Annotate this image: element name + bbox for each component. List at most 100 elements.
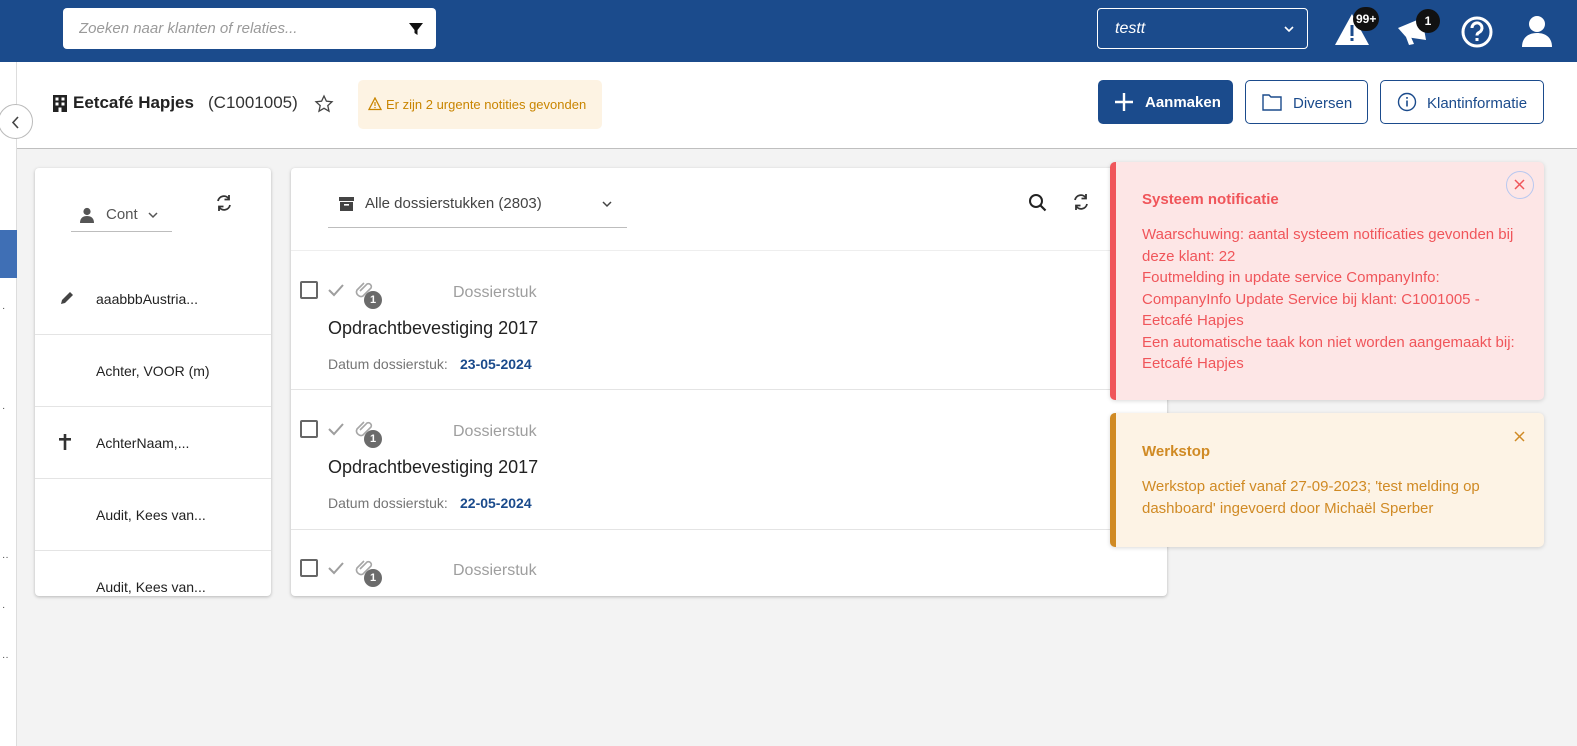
chevron-down-icon: [148, 212, 158, 219]
sidebar-dot: ·: [2, 303, 6, 314]
attachment-button[interactable]: 1: [354, 418, 384, 448]
document-filter-select[interactable]: Alle dossierstukken (2803): [328, 188, 627, 228]
werkstop-body: Werkstop actief vanaf 27-09-2023; 'test …: [1142, 478, 1480, 517]
misc-button-label: Diversen: [1293, 95, 1353, 112]
contact-row[interactable]: aaabbbAustria...: [35, 263, 271, 335]
alerts-button[interactable]: 99+: [1332, 7, 1380, 50]
document-item[interactable]: 1 Dossierstuk Opdrachtbevestiging 2017 D…: [291, 390, 1167, 530]
person-icon: [80, 207, 94, 223]
document-date-label: Datum dossierstuk:: [328, 356, 448, 372]
document-title: Opdrachtbevestiging 2017: [328, 318, 539, 338]
system-notification: Systeem notificatie Waarschuwing: aantal…: [1110, 162, 1544, 400]
document-checkbox[interactable]: [300, 281, 318, 299]
document-checkbox[interactable]: [300, 420, 318, 438]
client-name: Eetcafé Hapjes: [73, 93, 194, 112]
building-icon: [53, 95, 67, 112]
document-item[interactable]: 1 Dossierstuk: [291, 529, 1167, 596]
create-button[interactable]: Aanmaken: [1098, 80, 1233, 124]
sidebar-dot: ·: [2, 403, 6, 414]
notification-line: Waarschuwing: aantal systeem notificatie…: [1142, 226, 1514, 265]
tenant-select[interactable]: testt: [1097, 8, 1308, 49]
attachment-count: 1: [364, 291, 382, 309]
close-icon: [1514, 179, 1525, 190]
contact-row[interactable]: Audit, Kees van...: [35, 551, 271, 596]
misc-button[interactable]: Diversen: [1245, 80, 1368, 124]
werkstop-notification: Werkstop Werkstop actief vanaf 27-09-202…: [1110, 413, 1544, 547]
check-icon[interactable]: [327, 281, 345, 299]
refresh-icon[interactable]: [1072, 193, 1090, 211]
contacts-panel: Cont aaabbbAustria... Achter, VOOR (m) A…: [35, 168, 271, 596]
info-icon: [1397, 92, 1417, 112]
folder-icon: [1262, 94, 1282, 111]
documents-panel: Alle dossierstukken (2803) 1 Dossierstuk…: [291, 168, 1167, 596]
notification-badge: 1: [1416, 9, 1440, 33]
pencil-icon: [61, 292, 73, 304]
archive-icon: [339, 197, 354, 211]
client-code: (C1001005): [208, 93, 298, 112]
check-icon[interactable]: [327, 420, 345, 438]
close-button[interactable]: [1507, 424, 1535, 452]
check-icon[interactable]: [327, 559, 345, 577]
contact-name: Achter, VOOR (m): [96, 363, 210, 379]
help-icon: [1461, 16, 1493, 48]
filter-icon[interactable]: [408, 21, 424, 37]
sidebar-dot: ·: [2, 602, 6, 613]
contact-row[interactable]: Achter, VOOR (m): [35, 335, 271, 407]
urgent-notice-text: Er zijn 2 urgente notities gevonden: [386, 97, 587, 112]
document-type: Dossierstuk: [453, 284, 537, 301]
document-date-label: Datum dossierstuk:: [328, 495, 448, 511]
contact-row[interactable]: Audit, Kees van...: [35, 479, 271, 551]
document-type: Dossierstuk: [453, 562, 537, 579]
chevron-down-icon: [602, 201, 612, 208]
plus-icon: [1115, 93, 1133, 111]
sidebar-dot: ··: [2, 652, 9, 663]
warning-icon: [368, 97, 382, 111]
client-info-button[interactable]: Klantinformatie: [1380, 80, 1544, 124]
user-icon: [1522, 16, 1552, 47]
cross-icon: [59, 434, 71, 450]
top-bar: testt 99+ 1: [0, 0, 1577, 62]
close-button[interactable]: [1506, 171, 1534, 199]
user-button[interactable]: [1517, 10, 1557, 50]
search-box[interactable]: [63, 8, 436, 49]
contact-type-select[interactable]: Cont: [71, 198, 172, 232]
search-icon[interactable]: [1028, 193, 1047, 212]
notification-line: Foutmelding in update service CompanyInf…: [1142, 269, 1480, 329]
system-notification-title: Systeem notificatie: [1142, 191, 1279, 208]
sidebar-dot: ··: [2, 552, 9, 563]
contact-name: Audit, Kees van...: [96, 579, 206, 595]
document-type: Dossierstuk: [453, 423, 537, 440]
notification-line: Een automatische taak kon niet worden aa…: [1142, 333, 1515, 373]
contact-name: aaabbbAustria...: [96, 291, 198, 307]
chevron-down-icon: [1284, 26, 1294, 33]
attachment-button[interactable]: 1: [354, 279, 384, 309]
document-item[interactable]: 1 Dossierstuk Opdrachtbevestiging 2017 D…: [291, 250, 1167, 390]
document-filter-label: Alle dossierstukken (2803): [365, 195, 542, 212]
refresh-icon[interactable]: [215, 194, 233, 212]
notifications-button[interactable]: 1: [1392, 9, 1440, 50]
left-sidebar: · · ·· · ··: [0, 62, 17, 746]
close-icon: [1514, 431, 1525, 442]
tenant-value: testt: [1115, 20, 1146, 37]
contact-type-label: Cont: [106, 206, 138, 223]
client-info-button-label: Klantinformatie: [1427, 95, 1528, 112]
star-icon[interactable]: [314, 94, 334, 114]
sidebar-active-item[interactable]: [0, 230, 17, 278]
create-button-label: Aanmaken: [1145, 94, 1221, 111]
collapse-sidebar-button[interactable]: [0, 104, 33, 139]
attachment-count: 1: [364, 569, 382, 587]
document-date: 23-05-2024: [460, 356, 532, 372]
chevron-left-icon: [11, 116, 19, 129]
werkstop-title: Werkstop: [1142, 443, 1211, 460]
document-checkbox[interactable]: [300, 559, 318, 577]
attachment-count: 1: [364, 430, 382, 448]
search-input[interactable]: [63, 8, 393, 49]
system-notification-body: Waarschuwing: aantal systeem notificatie…: [1142, 224, 1532, 375]
contact-name: AchterNaam,...: [96, 435, 190, 451]
document-title: Opdrachtbevestiging 2017: [328, 457, 539, 477]
contact-row[interactable]: AchterNaam,...: [35, 407, 271, 479]
attachment-button[interactable]: 1: [354, 557, 384, 587]
contact-name: Audit, Kees van...: [96, 507, 206, 523]
help-button[interactable]: [1457, 10, 1497, 50]
urgent-notice[interactable]: Er zijn 2 urgente notities gevonden: [358, 80, 602, 129]
